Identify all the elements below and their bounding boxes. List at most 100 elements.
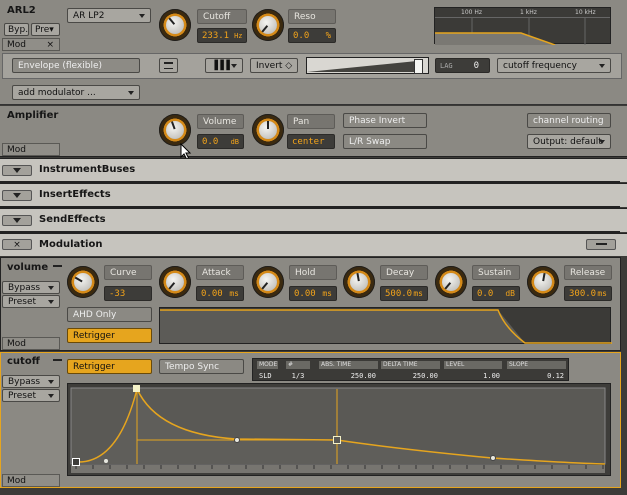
- send-effects-bar[interactable]: SendEffects: [0, 208, 627, 233]
- filter-mod-tab[interactable]: Mod ×: [2, 38, 60, 51]
- insert-effects-bar[interactable]: InsertEffects: [0, 183, 627, 208]
- volume-retrigger-button[interactable]: Retrigger: [67, 328, 152, 343]
- sustain-value[interactable]: 0.0 dB: [472, 286, 520, 301]
- table-cell[interactable]: SLD: [257, 372, 278, 381]
- breakpoint-table: MODE # ABS. TIME DELTA TIME LEVEL SLOPE SLD 1/…: [252, 358, 569, 381]
- phase-invert-button[interactable]: Phase Invert: [343, 113, 427, 128]
- modulation-bar: × Modulation: [0, 233, 627, 256]
- mod-assign-button[interactable]: [159, 58, 178, 73]
- invert-button[interactable]: Invert ◇: [250, 58, 298, 73]
- volume-env-mod-tab[interactable]: Mod: [2, 337, 60, 350]
- filter-response-curve: [435, 17, 586, 45]
- hold-label: Hold: [289, 265, 337, 280]
- breakpoint-start[interactable]: [72, 458, 80, 466]
- cutoff-env-bypass[interactable]: Bypass: [2, 375, 60, 388]
- table-cell[interactable]: 1.00: [444, 372, 502, 381]
- table-header: ABS. TIME: [319, 361, 378, 369]
- expand-insert-effects-button[interactable]: [2, 190, 32, 201]
- instrument-buses-label: InstrumentBuses: [39, 164, 136, 175]
- volume-unit: dB: [230, 137, 239, 146]
- attack-value-text: 0.00: [201, 288, 223, 299]
- mod-shape-dropdown[interactable]: ▐▐▐: [205, 58, 243, 73]
- breakpoint-peak[interactable]: [133, 385, 140, 392]
- lag-field[interactable]: LAG 0: [435, 58, 490, 73]
- output-dropdown[interactable]: Output: default: [527, 134, 611, 149]
- mod-amount-slider[interactable]: [306, 57, 429, 74]
- breakpoint-curve-3[interactable]: [490, 455, 496, 461]
- sustain-knob[interactable]: [435, 266, 467, 298]
- cutoff-value[interactable]: 233.1 Hz: [197, 28, 247, 43]
- tempo-sync-button[interactable]: Tempo Sync: [159, 359, 244, 374]
- cutoff-value-text: 233.1: [202, 30, 230, 41]
- cutoff-env-menu-icon[interactable]: [53, 359, 62, 361]
- reso-value[interactable]: 0.0%: [288, 28, 336, 43]
- decay-unit: ms: [413, 289, 423, 298]
- pan-knob[interactable]: [252, 114, 284, 146]
- volume-value[interactable]: 0.0 dB: [197, 134, 244, 149]
- release-label: Release: [564, 265, 612, 280]
- cutoff-label: Cutoff: [197, 9, 247, 24]
- reso-label: Reso: [288, 9, 336, 24]
- attack-unit: ms: [229, 289, 239, 298]
- preset-button[interactable]: Pre▾: [31, 23, 60, 36]
- collapse-modulation-button[interactable]: ×: [2, 239, 32, 250]
- modulation-label: Modulation: [39, 239, 103, 250]
- cutoff-envelope-editor[interactable]: [67, 383, 611, 476]
- release-knob[interactable]: [527, 266, 559, 298]
- sustain-value-text: 0.0: [477, 288, 494, 299]
- volume-env-menu-icon[interactable]: [53, 265, 62, 267]
- breakpoint-selected[interactable]: [333, 436, 341, 444]
- filter-type-dropdown[interactable]: AR LP2: [67, 8, 151, 23]
- amplifier-title: Amplifier: [7, 110, 59, 121]
- attack-value[interactable]: 0.00 ms: [196, 286, 244, 301]
- cutoff-knob[interactable]: [159, 9, 191, 41]
- table-cell[interactable]: 0.12: [507, 372, 566, 381]
- table-cell[interactable]: 1/3: [286, 372, 310, 381]
- volume-env-title: volume: [7, 262, 49, 273]
- cutoff-env-preset[interactable]: Preset: [2, 389, 60, 402]
- cutoff-env-title: cutoff: [7, 356, 40, 367]
- lr-swap-button[interactable]: L/R Swap: [343, 134, 427, 149]
- mod-target-dropdown[interactable]: cutoff frequency: [497, 58, 611, 73]
- sustain-unit: dB: [505, 289, 515, 298]
- table-cell[interactable]: 250.00: [381, 372, 440, 381]
- add-modulator-dropdown[interactable]: add modulator ...: [12, 85, 140, 100]
- mod-source-field[interactable]: Envelope (flexible): [12, 58, 140, 73]
- minus-icon: [164, 62, 173, 69]
- decay-knob[interactable]: [343, 266, 375, 298]
- curve-value-text: -33: [109, 288, 126, 299]
- release-value[interactable]: 300.0 ms: [564, 286, 612, 301]
- volume-value-text: 0.0: [202, 136, 219, 147]
- table-header: LEVEL: [444, 361, 502, 369]
- cutoff-retrigger-button[interactable]: Retrigger: [67, 359, 152, 374]
- amplifier-mod-tab[interactable]: Mod: [2, 143, 60, 156]
- cutoff-unit: Hz: [234, 31, 243, 40]
- hold-value[interactable]: 0.00 ms: [289, 286, 337, 301]
- channel-routing-button[interactable]: channel routing: [527, 113, 611, 128]
- curve-value[interactable]: -33: [104, 286, 152, 301]
- bypass-button[interactable]: Byp.: [4, 23, 29, 36]
- release-unit: ms: [597, 289, 607, 298]
- volume-env-bypass[interactable]: Bypass: [2, 281, 60, 294]
- instrument-buses-bar[interactable]: InstrumentBuses: [0, 158, 627, 183]
- cutoff-env-mod-tab[interactable]: Mod: [2, 474, 60, 487]
- volume-env-preset[interactable]: Preset: [2, 295, 60, 308]
- pan-value[interactable]: center: [287, 134, 335, 149]
- close-icon[interactable]: ×: [46, 40, 54, 50]
- expand-instrument-buses-button[interactable]: [2, 165, 32, 176]
- curve-knob[interactable]: [67, 266, 99, 298]
- expand-send-effects-button[interactable]: [2, 215, 32, 226]
- curve-label: Curve: [104, 265, 152, 280]
- volume-knob[interactable]: [159, 114, 191, 146]
- breakpoint-curve-2[interactable]: [234, 437, 240, 443]
- ahd-only-button[interactable]: AHD Only: [67, 307, 152, 322]
- decay-value[interactable]: 500.0 ms: [380, 286, 428, 301]
- modulation-menu-button[interactable]: [586, 239, 616, 250]
- slider-handle[interactable]: [414, 59, 423, 74]
- breakpoint-curve-1[interactable]: [104, 459, 108, 463]
- attack-knob[interactable]: [159, 266, 191, 298]
- table-cell[interactable]: 250.00: [319, 372, 378, 381]
- hold-knob[interactable]: [252, 266, 284, 298]
- reso-knob[interactable]: [252, 9, 284, 41]
- filter-mod-label: Mod: [7, 39, 26, 50]
